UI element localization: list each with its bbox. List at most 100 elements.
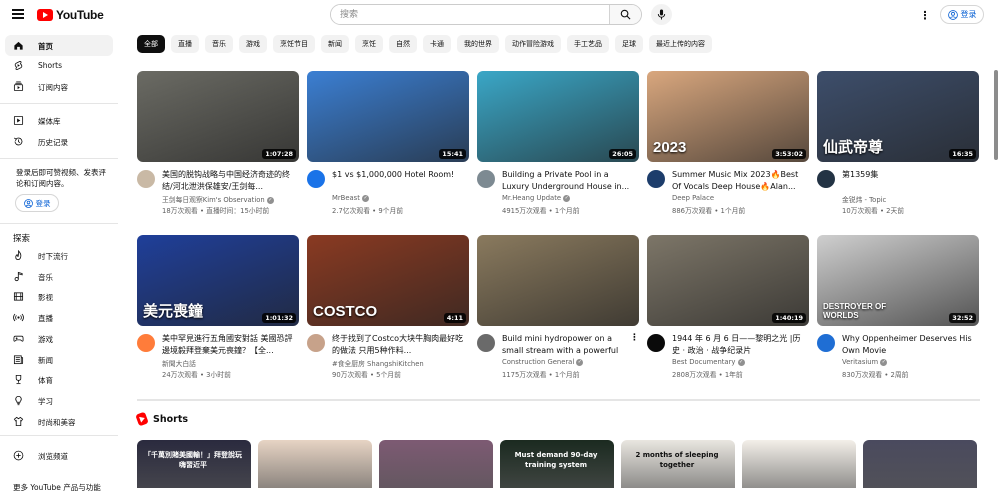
sidebar-item[interactable]: 新闻 [5, 349, 113, 370]
video-card[interactable]: 1:40:19 1944 年 6 月 6 日——黎明之光 |历史 · 政治 · 战… [647, 235, 809, 379]
channel-avatar[interactable] [477, 170, 495, 188]
video-title[interactable]: 1944 年 6 月 6 日——黎明之光 |历史 · 政治 · 战争纪录片 [672, 333, 804, 356]
channel-avatar[interactable] [477, 334, 495, 352]
video-card[interactable]: 美元喪鐘 1:01:32 美中罕見進行五角國安對話 美國恐評邊境毅拜登棄美元喪鐘？【… [137, 235, 299, 379]
scrollbar[interactable] [992, 30, 1000, 488]
channel-avatar[interactable] [307, 170, 325, 188]
video-card[interactable]: 2023 3:53:02 Summer Music Mix 2023🔥Best Of… [647, 71, 809, 215]
video-title[interactable]: Build mini hydropower on a small stream … [502, 333, 634, 356]
channel-name[interactable]: 新聞大白話 [162, 358, 298, 368]
video-thumbnail[interactable]: COSTCO 4:11 [307, 235, 469, 326]
video-duration: 32:52 [949, 313, 976, 323]
video-title[interactable]: 终于找到了Costco大块牛胸肉最好吃的做法 只用5种作料... [332, 333, 464, 356]
channel-name[interactable]: 王剑每日观察Kim's Observation ✓ [162, 194, 298, 204]
short-card[interactable] [742, 440, 856, 488]
sidebar-item[interactable]: 直播 [5, 307, 113, 328]
more-vertical-icon: ⋮ [919, 8, 931, 22]
short-card[interactable] [379, 440, 493, 488]
channel-avatar[interactable] [647, 334, 665, 352]
video-card[interactable]: COSTCO 4:11 终于找到了Costco大块牛胸肉最好吃的做法 只用5种作料.… [307, 235, 469, 379]
sidebar-item[interactable]: 首页 [5, 35, 113, 56]
settings-menu-button[interactable]: ⋮ [919, 8, 931, 22]
video-title[interactable]: 美中罕見進行五角國安對話 美國恐評邊境毅拜登棄美元喪鐘？【全... [162, 333, 294, 356]
channel-name[interactable]: Veritasium ✓ [842, 358, 978, 366]
sidebar-item[interactable]: 时下流行 [5, 245, 113, 266]
youtube-logo[interactable]: YouTube [37, 8, 104, 22]
filter-chip[interactable]: 烹饪节目 [273, 35, 315, 53]
channel-avatar[interactable] [817, 334, 835, 352]
sidebar-item[interactable]: 历史记录 [5, 131, 113, 152]
short-card[interactable] [258, 440, 372, 488]
video-card[interactable]: DESTROYER OF WORLDS 32:52 Why Oppenheimer … [817, 235, 979, 379]
sidebar-item[interactable]: 学习 [5, 390, 113, 411]
video-thumbnail[interactable]: DESTROYER OF WORLDS 32:52 [817, 235, 979, 326]
channel-name[interactable]: Best Documentary ✓ [672, 358, 808, 366]
channel-avatar[interactable] [647, 170, 665, 188]
video-card[interactable]: Build mini hydropower on a small stream … [477, 235, 639, 379]
channel-name[interactable]: 金锐炜 - Topic [842, 194, 978, 204]
sidebar-item[interactable]: 浏览频道 [5, 445, 113, 466]
filter-chip[interactable]: 动作冒险游戏 [505, 35, 561, 53]
sidebar-item[interactable]: 音乐 [5, 266, 113, 287]
channel-avatar[interactable] [137, 334, 155, 352]
video-title[interactable]: $1 vs $1,000,000 Hotel Room! [332, 169, 464, 181]
video-title[interactable]: Why Oppenheimer Deserves His Own Movie [842, 333, 974, 356]
video-card[interactable]: 1:07:28 美国的脱钩战略与中国经济奇迹的终结/河北泄洪保雄安/王剑每... 王… [137, 71, 299, 215]
filter-chip[interactable]: 烹饪 [355, 35, 383, 53]
channel-avatar[interactable] [307, 334, 325, 352]
filter-chip[interactable]: 音乐 [205, 35, 233, 53]
filter-chip[interactable]: 直播 [171, 35, 199, 53]
short-card[interactable]: 2 months of sleeping together [621, 440, 735, 488]
sign-in-button[interactable]: 登录 [940, 5, 984, 24]
filter-chip[interactable]: 自然 [389, 35, 417, 53]
sidebar-item[interactable]: 体育 [5, 369, 113, 390]
video-card[interactable]: 15:41 $1 vs $1,000,000 Hotel Room! MrBeast… [307, 71, 469, 215]
video-title[interactable]: 美国的脱钩战略与中国经济奇迹的终结/河北泄洪保雄安/王剑每... [162, 169, 294, 192]
menu-icon[interactable] [12, 9, 24, 19]
short-card[interactable]: 「千萬別賭美國輸！」拜登說玩嗨習近平 [137, 440, 251, 488]
channel-name[interactable]: Mr.Heang Update ✓ [502, 194, 638, 202]
search-input[interactable] [331, 5, 609, 24]
video-thumbnail[interactable]: 1:07:28 [137, 71, 299, 162]
filter-chip[interactable]: 卡通 [423, 35, 451, 53]
short-card[interactable] [863, 440, 977, 488]
channel-name[interactable]: MrBeast ✓ [332, 194, 468, 202]
video-thumbnail[interactable] [477, 235, 639, 326]
filter-chip[interactable]: 足球 [615, 35, 643, 53]
sidebar-item[interactable]: Shorts [5, 55, 113, 76]
filter-chip[interactable]: 游戏 [239, 35, 267, 53]
sidebar-item[interactable]: 媒体库 [5, 110, 113, 131]
channel-name-text: Construction General [502, 358, 575, 366]
scrollbar-thumb[interactable] [994, 70, 998, 160]
filter-chip[interactable]: 我的世界 [457, 35, 499, 53]
channel-name[interactable]: #食全厨房 ShangshiKitchen [332, 358, 468, 368]
sidebar-item[interactable]: 订阅内容 [5, 76, 113, 97]
filter-chip[interactable]: 全部 [137, 35, 165, 53]
short-card[interactable]: Must demand 90-day training system [500, 440, 614, 488]
search-button[interactable] [609, 5, 641, 24]
video-title[interactable]: Building a Private Pool in a Luxury Unde… [502, 169, 634, 192]
filter-chip[interactable]: 手工艺品 [567, 35, 609, 53]
sidebar-item[interactable]: 时尚和美容 [5, 411, 113, 432]
video-title[interactable]: 第1359集 [842, 169, 974, 181]
more-actions-icon[interactable]: ⋮ [630, 333, 639, 343]
channel-name[interactable]: Construction General ✓ [502, 358, 638, 366]
video-thumbnail[interactable]: 美元喪鐘 1:01:32 [137, 235, 299, 326]
video-card[interactable]: 仙武帝尊 16:35 第1359集 金锐炜 - Topic 10万次观看 • 2天前 [817, 71, 979, 215]
channel-avatar[interactable] [137, 170, 155, 188]
channel-name[interactable]: Deep Palace [672, 194, 808, 202]
video-thumbnail[interactable]: 15:41 [307, 71, 469, 162]
sidebar-item[interactable]: 影视 [5, 286, 113, 307]
sidebar-item[interactable]: 游戏 [5, 328, 113, 349]
filter-chip[interactable]: 新闻 [321, 35, 349, 53]
channel-avatar[interactable] [817, 170, 835, 188]
filter-chip[interactable]: 最近上传的内容 [649, 35, 712, 53]
voice-search-button[interactable] [651, 4, 672, 25]
video-thumbnail[interactable]: 1:40:19 [647, 235, 809, 326]
video-title[interactable]: Summer Music Mix 2023🔥Best Of Vocals Dee… [672, 169, 804, 192]
video-thumbnail[interactable]: 26:05 [477, 71, 639, 162]
video-thumbnail[interactable]: 仙武帝尊 16:35 [817, 71, 979, 162]
video-card[interactable]: 26:05 Building a Private Pool in a Luxury… [477, 71, 639, 215]
video-thumbnail[interactable]: 2023 3:53:02 [647, 71, 809, 162]
sidebar-sign-in-button[interactable]: 登录 [15, 194, 59, 212]
